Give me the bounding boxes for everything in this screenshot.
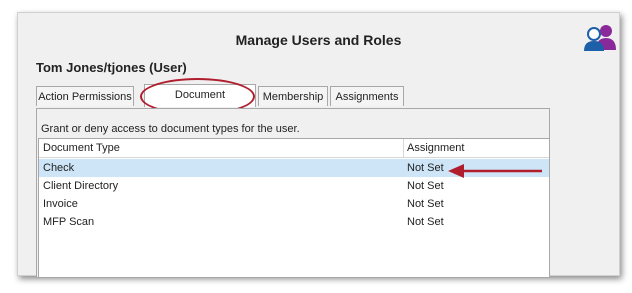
document-type-grid: Document Type Assignment Check Not Set C… xyxy=(38,138,550,278)
document-type-cell: Check xyxy=(43,162,75,174)
assignment-cell[interactable]: Not Set xyxy=(407,216,444,228)
dialog-title: Manage Users and Roles xyxy=(235,32,402,48)
tab-membership[interactable]: Membership xyxy=(258,86,328,106)
assignment-cell[interactable]: Not Set xyxy=(407,198,444,210)
document-type-cell: Client Directory xyxy=(43,180,119,192)
assignment-cell[interactable]: Not Set xyxy=(407,162,444,174)
arrow-left-icon xyxy=(448,164,542,178)
user-name-heading: Tom Jones/tjones (User) xyxy=(36,60,187,75)
tab-assignments[interactable]: Assignments xyxy=(330,86,404,106)
column-header-assignment[interactable]: Assignment xyxy=(407,142,464,154)
panel-description: Grant or deny access to document types f… xyxy=(41,123,300,135)
table-row[interactable]: MFP Scan Not Set xyxy=(39,213,549,231)
users-icon[interactable] xyxy=(582,22,616,52)
grid-header: Document Type Assignment xyxy=(39,139,549,158)
tab-action-permissions[interactable]: Action Permissions xyxy=(36,86,134,106)
assignment-cell[interactable]: Not Set xyxy=(407,180,444,192)
column-divider[interactable] xyxy=(403,139,404,157)
column-header-document-type[interactable]: Document Type xyxy=(43,142,120,154)
table-row[interactable]: Invoice Not Set xyxy=(39,195,549,213)
document-type-cell: MFP Scan xyxy=(43,216,95,228)
document-type-cell: Invoice xyxy=(43,198,78,210)
table-row[interactable]: Client Directory Not Set xyxy=(39,177,549,195)
